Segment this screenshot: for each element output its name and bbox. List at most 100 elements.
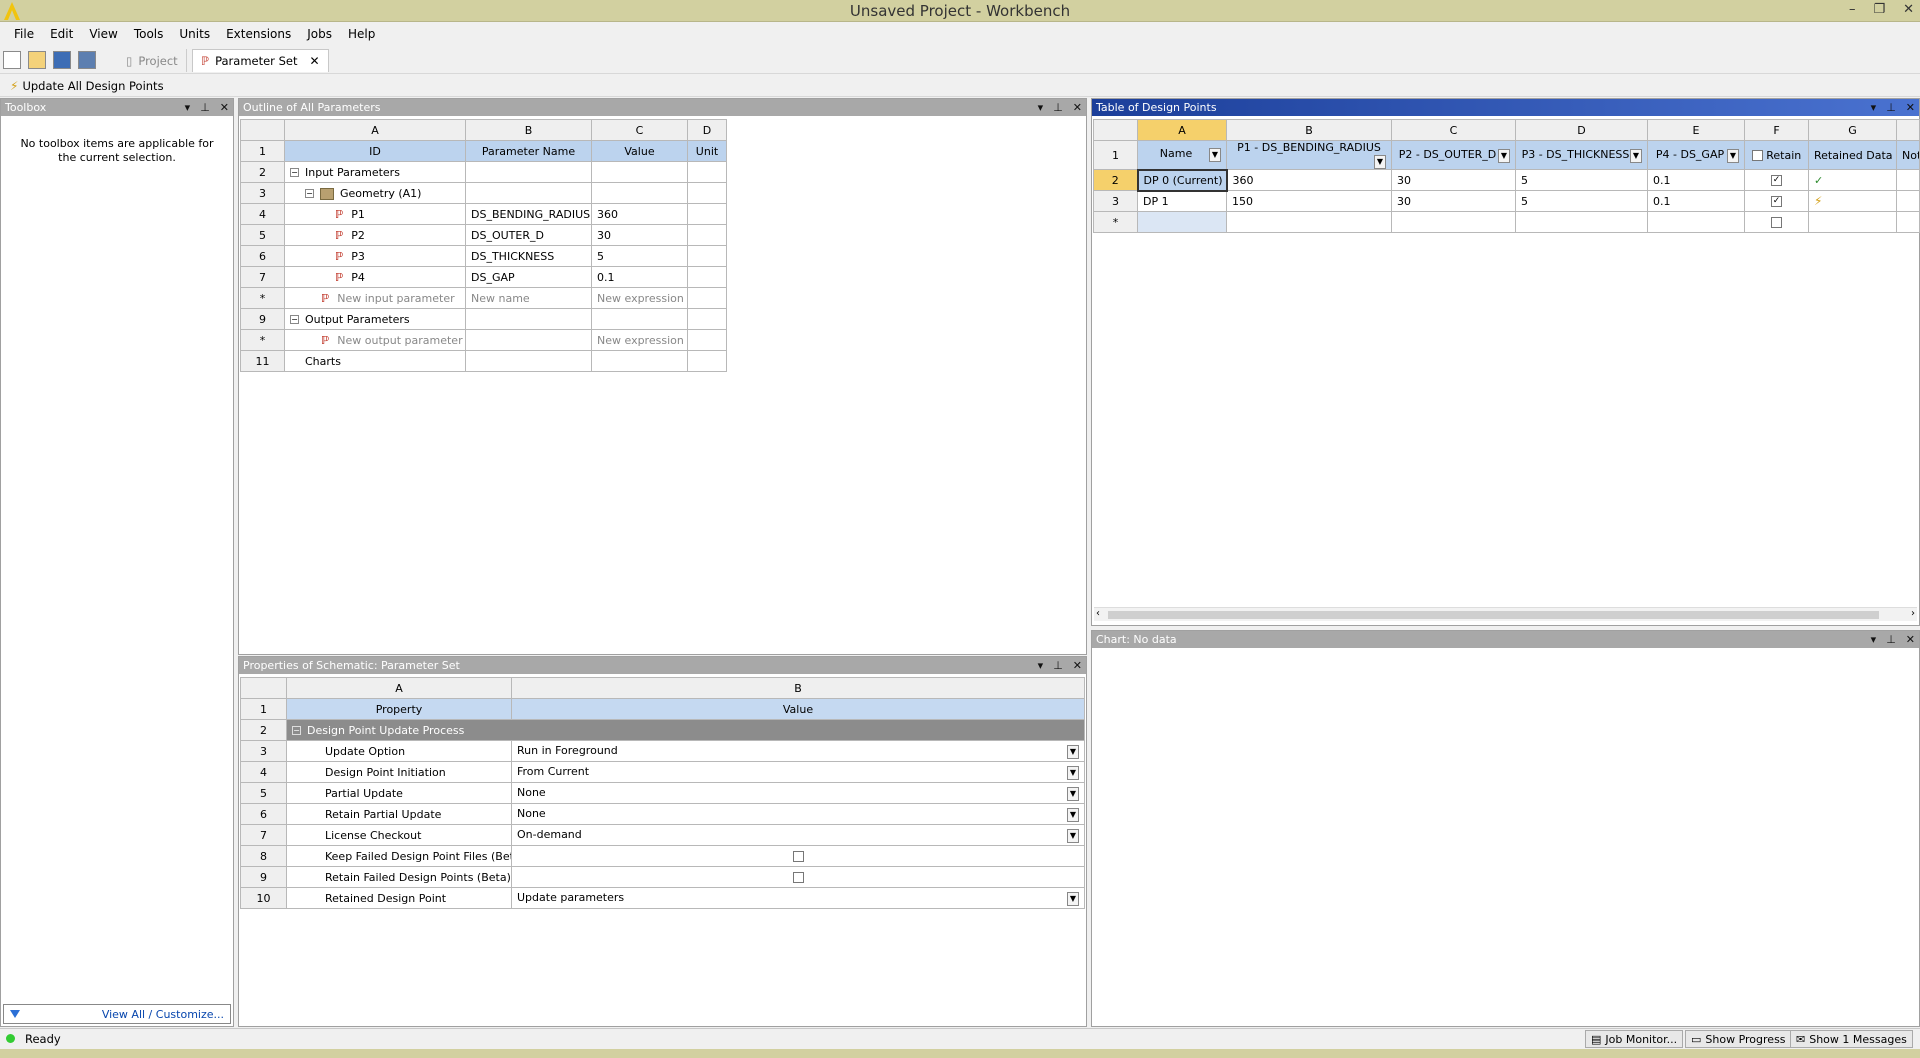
panel-close-icon[interactable]: ✕ [1073,657,1082,674]
menu-view[interactable]: View [81,27,125,41]
filter-icon[interactable] [10,1010,20,1018]
pin-icon[interactable]: ⊥ [1886,631,1896,648]
table-row[interactable]: 3 DP 1 150 30 5 0.1 ✓ ⚡ [1093,190,1920,212]
dropdown-arrow-icon[interactable]: ▼ [1067,765,1079,780]
new-project-icon[interactable] [3,51,21,69]
menu-help[interactable]: Help [340,27,383,41]
dropdown-arrow-icon[interactable]: ▼ [1067,744,1079,759]
property-row[interactable]: 8 Keep Failed Design Point Files (Beta) [240,845,1085,867]
retain-failed-points-checkbox[interactable] [792,872,804,883]
menu-tools[interactable]: Tools [126,27,172,41]
filter-dropdown-icon[interactable]: ▼ [1374,155,1386,169]
table-row[interactable]: * [1093,211,1920,233]
menu-edit[interactable]: Edit [42,27,81,41]
column-header-retain[interactable]: Retain [1744,140,1809,170]
menu-file[interactable]: File [6,27,42,41]
menu-extensions[interactable]: Extensions [218,27,299,41]
panel-close-icon[interactable]: ✕ [1906,99,1915,116]
filter-dropdown-icon[interactable]: ▼ [1630,148,1642,163]
design-point-initiation-select[interactable]: From Current ▼ [511,761,1085,783]
dropdown-arrow-icon[interactable]: ▼ [1067,786,1079,801]
retain-checkbox[interactable] [1771,217,1782,228]
close-tab-icon[interactable]: ✕ [309,54,319,68]
menu-units[interactable]: Units [171,27,218,41]
column-header-p3[interactable]: P3 - DS_THICKNESS ▼ [1515,140,1648,170]
property-row[interactable]: 7 License Checkout On-demand ▼ [240,824,1085,846]
open-project-icon[interactable] [28,51,46,69]
panel-close-icon[interactable]: ✕ [1906,631,1915,648]
column-header-name[interactable]: Name ▼ [1137,140,1227,170]
collapse-icon[interactable]: − [305,189,314,198]
panel-menu-icon[interactable]: ▾ [1871,99,1877,116]
column-header-p2[interactable]: P2 - DS_OUTER_D ▼ [1391,140,1516,170]
panel-close-icon[interactable]: ✕ [1073,99,1082,116]
table-row[interactable]: 5 ℙ P2 DS_OUTER_D 30 [240,224,727,246]
collapse-icon[interactable]: − [290,168,299,177]
panel-menu-icon[interactable]: ▾ [1038,99,1044,116]
filter-dropdown-icon[interactable]: ▼ [1498,148,1510,163]
job-monitor-button[interactable]: ▤ Job Monitor... [1585,1030,1684,1048]
show-progress-button[interactable]: ▭ Show Progress [1685,1030,1792,1048]
collapse-icon[interactable]: − [292,726,301,735]
tab-parameter-set[interactable]: ℙ Parameter Set ✕ [192,49,329,72]
panel-close-icon[interactable]: ✕ [220,99,229,116]
menu-jobs[interactable]: Jobs [299,27,340,41]
property-row[interactable]: 4 Design Point Initiation From Current ▼ [240,761,1085,783]
table-row[interactable]: 6 ℙ P3 DS_THICKNESS 5 [240,245,727,267]
table-row[interactable]: * ℙ New output parameter New expression [240,329,727,351]
partial-update-select[interactable]: None ▼ [511,782,1085,804]
table-row[interactable]: * ℙ New input parameter New name New expr… [240,287,727,309]
retain-checkbox[interactable]: ✓ [1771,196,1782,207]
scrollbar-thumb[interactable] [1108,611,1879,619]
workbench-window: Unsaved Project - Workbench – ❐ ✕ File E… [0,0,1920,1058]
keep-failed-files-checkbox[interactable] [792,851,804,862]
table-row[interactable]: 2 DP 0 (Current) 360 30 5 0.1 ✓ ✓ [1093,168,1920,192]
table-row[interactable]: 7 ℙ P4 DS_GAP 0.1 [240,266,727,288]
restore-icon[interactable]: ❐ [1873,2,1885,17]
pin-icon[interactable]: ⊥ [1886,99,1896,116]
property-row[interactable]: 10 Retained Design Point Update paramete… [240,887,1085,909]
minimize-icon[interactable]: – [1849,2,1856,17]
view-all-customize-link[interactable]: View All / Customize... [102,1008,224,1021]
table-row[interactable]: 3 − Geometry (A1) [240,182,727,204]
save-as-icon[interactable] [78,51,96,69]
table-row[interactable]: 11 Charts [240,350,727,372]
tab-project[interactable]: ▯ Project [118,49,187,72]
retained-design-point-select[interactable]: Update parameters ▼ [511,887,1085,909]
table-row[interactable]: 2 − Input Parameters [240,161,727,183]
dropdown-arrow-icon[interactable]: ▼ [1067,891,1079,906]
property-row[interactable]: 6 Retain Partial Update None ▼ [240,803,1085,825]
panel-menu-icon[interactable]: ▾ [1871,631,1877,648]
update-all-design-points-button[interactable]: ⚡ Update All Design Points [0,75,1920,97]
section-row[interactable]: 2 − Design Point Update Process [240,719,1085,741]
retain-checkbox[interactable]: ✓ [1771,175,1782,186]
panel-menu-icon[interactable]: ▾ [1038,657,1044,674]
table-row[interactable]: 9 − Output Parameters [240,308,727,330]
column-letter: B [1226,119,1392,141]
retain-all-checkbox[interactable] [1751,150,1763,161]
horizontal-scrollbar[interactable]: ‹ › [1094,607,1917,621]
pin-icon[interactable]: ⊥ [1053,657,1063,674]
retain-partial-update-select[interactable]: None ▼ [511,803,1085,825]
update-option-select[interactable]: Run in Foreground ▼ [511,740,1085,762]
filter-dropdown-icon[interactable]: ▼ [1727,148,1739,163]
property-row[interactable]: 3 Update Option Run in Foreground ▼ [240,740,1085,762]
scroll-right-icon[interactable]: › [1911,608,1915,619]
dropdown-arrow-icon[interactable]: ▼ [1067,807,1079,822]
collapse-icon[interactable]: − [290,315,299,324]
property-row[interactable]: 9 Retain Failed Design Points (Beta) [240,866,1085,888]
filter-dropdown-icon[interactable]: ▼ [1209,148,1221,163]
close-window-icon[interactable]: ✕ [1903,2,1914,17]
scroll-left-icon[interactable]: ‹ [1096,608,1100,619]
pin-icon[interactable]: ⊥ [200,99,210,116]
show-messages-button[interactable]: ✉ Show 1 Messages [1790,1030,1913,1048]
column-header-p4[interactable]: P4 - DS_GAP ▼ [1647,140,1745,170]
license-checkout-select[interactable]: On-demand ▼ [511,824,1085,846]
panel-menu-icon[interactable]: ▾ [185,99,191,116]
property-row[interactable]: 5 Partial Update None ▼ [240,782,1085,804]
dropdown-arrow-icon[interactable]: ▼ [1067,828,1079,843]
table-row[interactable]: 4 ℙ P1 DS_BENDING_RADIUS 360 [240,203,727,225]
column-header-p1[interactable]: P1 - DS_BENDING_RADIUS ▼ [1226,140,1392,170]
save-icon[interactable] [53,51,71,69]
pin-icon[interactable]: ⊥ [1053,99,1063,116]
